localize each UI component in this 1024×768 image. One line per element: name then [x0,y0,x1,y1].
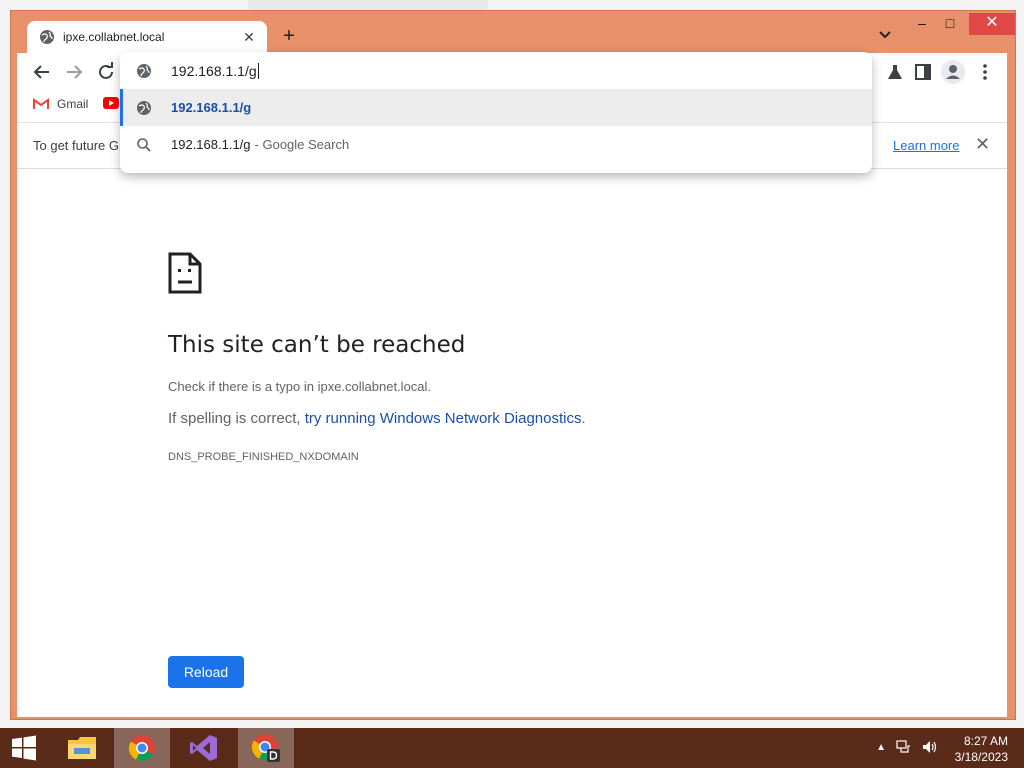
maximize-button[interactable]: □ [937,13,963,35]
text-caret [257,62,259,79]
taskbar-visual-studio[interactable] [176,728,232,768]
taskbar-clock[interactable]: 8:27 AM 3/18/2023 [955,733,1008,765]
forward-arrow-icon[interactable] [63,61,85,83]
start-button[interactable] [0,728,48,768]
new-tab-button[interactable]: + [277,25,301,47]
globe-icon [137,100,151,115]
taskbar-chrome-dev[interactable] [238,728,294,768]
visual-studio-icon [190,735,217,761]
error-diagnostics-prefix: If spelling is correct, [168,410,305,427]
error-diagnostics-suffix: . [581,410,586,427]
labs-flask-icon[interactable] [885,62,905,82]
suggestion-url[interactable]: 192.168.1.1/g [120,89,872,126]
person-icon [946,65,960,79]
address-bar-value: 192.168.1.1/g [171,62,257,79]
suggestion-search-suffix: - Google Search [254,137,350,152]
reload-icon[interactable] [95,61,117,83]
suggestion-url-text: 192.168.1.1/g [171,100,252,115]
search-icon [137,137,151,152]
volume-icon[interactable] [922,740,938,754]
taskbar-chrome[interactable] [114,728,170,768]
clock-time: 8:27 AM [963,734,1008,748]
network-icon[interactable] [896,740,912,754]
show-hidden-icons[interactable]: ▲ [876,742,886,753]
diagnostics-link[interactable]: try running Windows Network Diagnostics [305,410,582,427]
error-title: This site can’t be reached [168,332,466,358]
chrome-dev-icon [251,734,280,762]
tab-strip: ipxe.collabnet.local ✕ + – □ ✕ [11,11,1015,53]
error-typo-hint: Check if there is a typo in ipxe.collabn… [168,379,432,394]
globe-icon [40,30,54,44]
info-bar-close-icon[interactable]: ✕ [975,134,990,155]
kebab-menu-icon[interactable] [975,62,995,82]
bookmark-gmail[interactable]: Gmail [33,97,88,111]
tab-title: ipxe.collabnet.local [63,30,165,44]
bookmark-gmail-label: Gmail [57,97,89,111]
page-content [17,169,1007,717]
learn-more-link[interactable]: Learn more [893,138,959,153]
profile-avatar[interactable] [941,60,965,84]
tab-close-icon[interactable]: ✕ [241,29,257,46]
sad-page-icon [168,252,202,294]
clock-date: 3/18/2023 [954,750,1008,764]
gmail-icon [33,98,49,109]
error-code: DNS_PROBE_FINISHED_NXDOMAIN [168,451,359,463]
back-arrow-icon[interactable] [31,61,53,83]
youtube-icon [103,97,119,109]
window-close-button[interactable]: ✕ [969,13,1015,35]
address-bar[interactable]: 192.168.1.1/g [120,52,872,89]
bookmark-youtube[interactable] [103,97,119,109]
reload-button[interactable]: Reload [168,656,244,688]
tab-ipxe[interactable]: ipxe.collabnet.local ✕ [27,21,267,53]
side-panel-icon[interactable] [913,62,933,82]
omnibox-dropdown: 192.168.1.1/g 192.168.1.1/g 192.168.1.1/… [120,52,872,173]
chrome-icon [128,735,155,762]
globe-icon [137,63,151,78]
suggestion-search[interactable]: 192.168.1.1/g - Google Search [120,126,872,163]
windows-logo-icon [12,735,36,761]
minimize-button[interactable]: – [909,13,935,35]
taskbar-file-explorer[interactable] [54,728,110,768]
windows-taskbar: ▲ 8:27 AM 3/18/2023 [0,728,1024,768]
error-diagnostics-hint: If spelling is correct, try running Wind… [168,410,586,427]
info-bar-text: To get future G [33,138,119,153]
folder-icon [68,737,96,759]
chevron-down-icon[interactable] [877,27,893,43]
suggestion-search-text: 192.168.1.1/g [171,137,251,152]
system-tray: ▲ [876,740,938,754]
